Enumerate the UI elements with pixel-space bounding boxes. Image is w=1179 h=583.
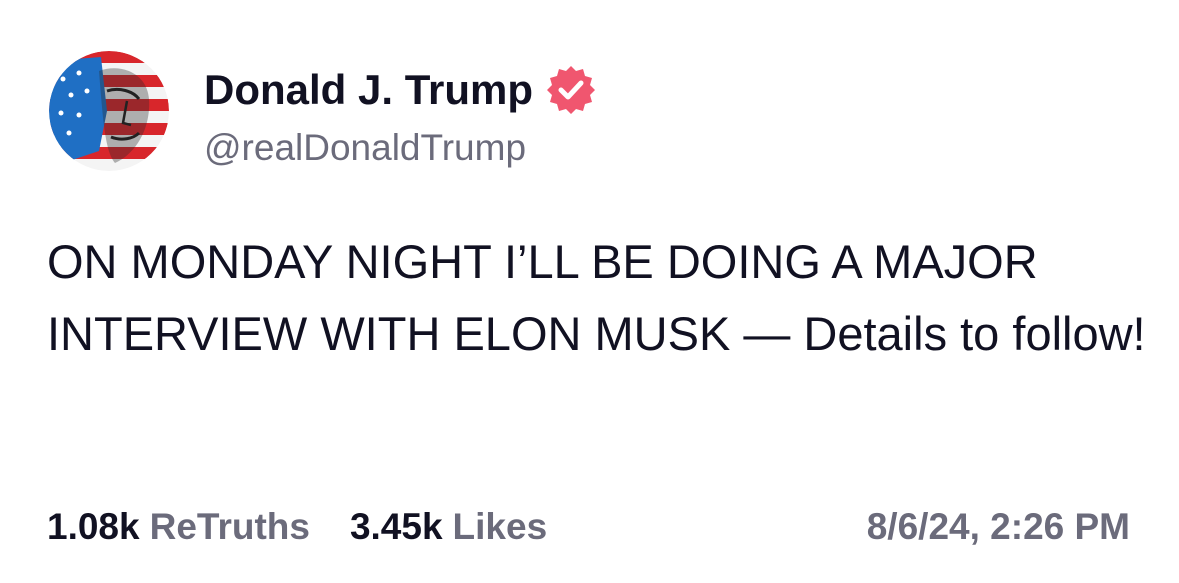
retruths-stat[interactable]: 1.08k ReTruths [47, 502, 310, 552]
post-text: ON MONDAY NIGHT I’LL BE DOING A MAJOR IN… [47, 235, 1146, 360]
likes-stat[interactable]: 3.45k Likes [350, 502, 547, 552]
author-name[interactable]: Donald J. Trump [204, 62, 533, 118]
post-stats: 1.08k ReTruths 3.45k Likes [47, 502, 547, 552]
likes-label: Likes [452, 506, 548, 547]
author-handle[interactable]: @realDonaldTrump [204, 124, 526, 172]
likes-count: 3.45k [349, 506, 443, 547]
verified-badge-icon [545, 64, 597, 116]
retruths-label: ReTruths [149, 506, 310, 547]
avatar-image [49, 51, 169, 171]
post-card: Donald J. Trump @realDonaldTrump ON MOND… [0, 0, 1179, 583]
post-timestamp[interactable]: 8/6/24, 2:26 PM [867, 502, 1130, 552]
retruths-count: 1.08k [47, 506, 140, 547]
author-row: Donald J. Trump [204, 62, 597, 118]
avatar[interactable] [49, 51, 169, 171]
